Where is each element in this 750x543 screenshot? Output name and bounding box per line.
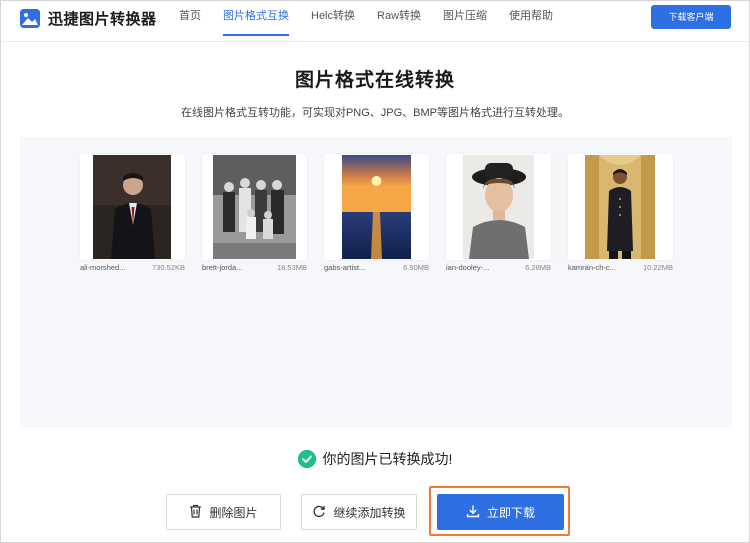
refresh-icon — [312, 504, 326, 521]
thumbnail-list: ali-morshed... 730.52KB brett-jorda... 1… — [80, 154, 673, 272]
nav-raw-convert[interactable]: Raw转换 — [377, 1, 421, 31]
file-size: 6.28MB — [525, 263, 551, 272]
nav-heic-convert[interactable]: Helc转换 — [311, 1, 355, 31]
file-name: ian-dooley-... — [446, 263, 490, 272]
thumbnail-card — [324, 154, 429, 260]
file-size: 18.53MB — [276, 263, 307, 272]
nav-home[interactable]: 首页 — [179, 1, 201, 31]
nav-links: 首页 图片格式互换 Helc转换 Raw转换 图片压缩 使用帮助 — [179, 1, 575, 36]
thumbnail-card — [80, 154, 185, 260]
file-item[interactable]: kamran-ch-c... 10.22MB — [568, 154, 673, 272]
success-message: 你的图片已转换成功! — [0, 449, 750, 469]
nav-format-convert[interactable]: 图片格式互换 — [223, 1, 289, 36]
download-label: 立即下载 — [486, 505, 535, 520]
delete-images-button[interactable]: 删除图片 — [166, 494, 281, 530]
portrait-suit-photo — [93, 155, 171, 259]
continue-label: 继续添加转换 — [333, 505, 406, 520]
success-text: 你的图片已转换成功! — [322, 451, 453, 467]
result-panel: ali-morshed... 730.52KB brett-jorda... 1… — [20, 137, 732, 428]
download-client-button[interactable]: 下载客户端 — [651, 5, 731, 29]
sunset-sea-photo — [342, 155, 411, 259]
file-item[interactable]: gabs-artist... 6.90MB — [324, 154, 429, 272]
file-name: ali-morshed... — [80, 263, 126, 272]
file-size: 10.22MB — [642, 263, 673, 272]
nav-help[interactable]: 使用帮助 — [509, 1, 553, 31]
image-logo-icon — [20, 9, 40, 28]
vintage-family-photo — [213, 155, 296, 259]
file-name: brett-jorda... — [202, 263, 243, 272]
trash-icon — [189, 504, 202, 521]
file-name: kamran-ch-c... — [568, 263, 616, 272]
nav-compress[interactable]: 图片压缩 — [443, 1, 487, 31]
page-subtitle: 在线图片格式互转功能，可实现对PNG、JPG、BMP等图片格式进行互转处理。 — [180, 107, 570, 119]
download-icon — [466, 504, 480, 521]
file-item[interactable]: brett-jorda... 18.53MB — [202, 154, 307, 272]
thumbnail-card — [202, 154, 307, 260]
file-item[interactable]: ali-morshed... 730.52KB — [80, 154, 185, 272]
portrait-hat-photo — [463, 155, 534, 259]
check-circle-icon — [297, 450, 316, 468]
file-size: 730.52KB — [152, 263, 185, 272]
page-title: 图片格式在线转换 — [294, 70, 455, 91]
top-nav: 迅捷图片转换器 首页 图片格式互换 Helc转换 Raw转换 图片压缩 使用帮助… — [1, 1, 749, 42]
thumbnail-card — [568, 154, 673, 260]
portrait-ornate-photo — [585, 155, 655, 259]
delete-label: 删除图片 — [209, 505, 258, 520]
continue-add-button[interactable]: 继续添加转换 — [301, 494, 417, 530]
thumbnail-card — [446, 154, 551, 260]
brand-name: 迅捷图片转换器 — [48, 11, 157, 28]
file-item[interactable]: ian-dooley-... 6.28MB — [446, 154, 551, 272]
file-size: 6.90MB — [403, 263, 429, 272]
download-now-button[interactable]: 立即下载 — [437, 494, 564, 530]
file-name: gabs-artist... — [324, 263, 366, 272]
brand[interactable]: 迅捷图片转换器 — [20, 8, 157, 29]
